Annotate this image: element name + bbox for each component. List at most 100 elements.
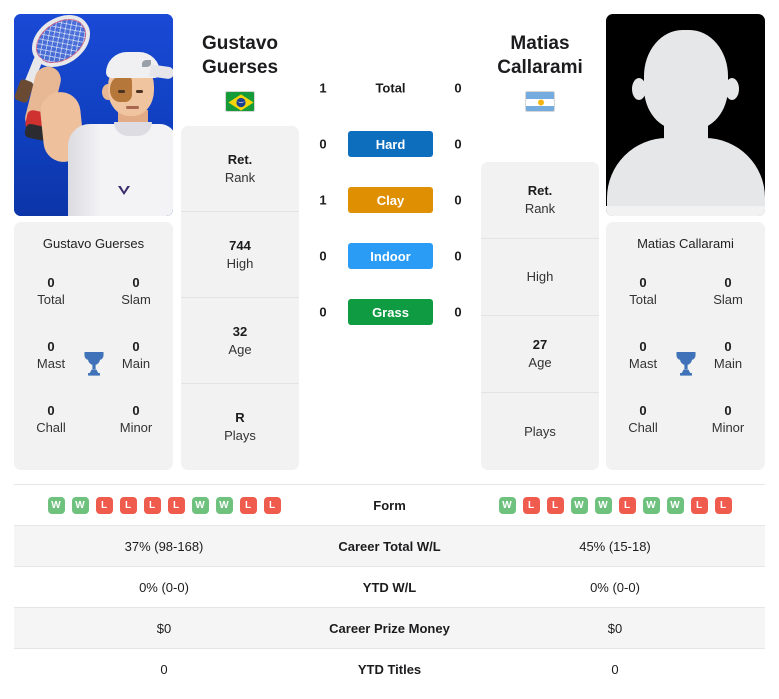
form-badge-loss[interactable]: L [263, 496, 281, 514]
stat-label-career_total_wl: Career Total W/L [338, 538, 441, 554]
right-titles-slam-value: 0 [724, 275, 732, 290]
right-plays-label: Plays [524, 423, 556, 439]
right-titles-minor-value: 0 [724, 403, 732, 418]
left-titles-mast: 0 Mast [20, 338, 82, 372]
form-badge-loss[interactable]: L [690, 496, 708, 514]
left-high-label: High [226, 255, 254, 271]
right-titles-main-label: Main [713, 356, 743, 371]
left-titles-chall-value: 0 [47, 403, 55, 418]
form-badge-win[interactable]: W [666, 496, 684, 514]
right-form-strip: WLLWWLWWLL [498, 496, 732, 514]
right-titles-chall-label: Chall [628, 420, 658, 435]
right-plays-cell: Plays [481, 393, 599, 470]
form-badge-loss[interactable]: L [714, 496, 732, 514]
right-titles-mast-label: Mast [628, 356, 658, 371]
stat-label-career_prize_money: Career Prize Money [329, 620, 450, 636]
table-row: 37% (98-168) Career Total W/L 45% (15-18) [14, 525, 765, 566]
left-player-photo-card[interactable] [14, 14, 173, 216]
surface-badge-clay[interactable]: Clay [348, 187, 433, 213]
right-rank-label: Rank [524, 201, 556, 216]
right-age-value: 27 [532, 337, 548, 352]
right-grass-wins: 0 [454, 304, 462, 320]
form-badge-win[interactable]: W [570, 496, 588, 514]
form-badge-loss[interactable]: L [522, 496, 540, 514]
right-titles-mast-value: 0 [639, 339, 647, 354]
stat-label-ytd_titles: YTD Titles [357, 661, 422, 677]
form-badge-win[interactable]: W [594, 496, 612, 514]
form-badge-win[interactable]: W [47, 496, 65, 514]
left-rank-cell: Ret. Rank [181, 126, 299, 212]
left-stat-ytd_titles: 0 [160, 661, 168, 677]
left-titles-mast-value: 0 [47, 339, 55, 354]
left-titles-slam: 0 Slam [105, 274, 167, 308]
right-player-avatar-placeholder [606, 14, 765, 216]
right-titles-total-label: Total [629, 292, 657, 307]
form-badge-loss[interactable]: L [239, 496, 257, 514]
left-age-cell: 32 Age [181, 298, 299, 384]
left-stat-career_total_wl: 37% (98-168) [124, 538, 204, 554]
right-titles-chall: 0 Chall [612, 402, 674, 436]
right-titles-minor-label: Minor [711, 420, 745, 435]
form-badge-loss[interactable]: L [618, 496, 636, 514]
left-player-titles-card: Gustavo Guerses 0 Total 0 Slam 0 Mast 0 … [14, 222, 173, 470]
left-total-wins: 1 [319, 80, 327, 96]
right-player-last-name: Callarami [497, 57, 583, 78]
left-titles-chall-label: Chall [36, 420, 66, 435]
right-titles-slam: 0 Slam [697, 274, 759, 308]
argentina-flag-icon [525, 91, 555, 112]
left-titles-minor: 0 Minor [105, 402, 167, 436]
right-stat-career_prize_money: $0 [607, 620, 623, 636]
left-stat-form: WWLLLLWWLL [14, 496, 314, 514]
surface-row-grass: 0 Grass 0 [300, 284, 480, 340]
right-age-cell: 27 Age [481, 316, 599, 393]
right-high-cell: High [481, 239, 599, 316]
right-stat-ytd_titles: 0 [611, 661, 619, 677]
trophy-icon [671, 348, 701, 378]
left-age-value: 32 [232, 323, 248, 339]
form-badge-win[interactable]: W [498, 496, 516, 514]
table-row: $0 Career Prize Money $0 [14, 607, 765, 648]
left-player-rank-card: Ret. Rank 744 High 32 Age R Plays [181, 126, 299, 470]
left-player-name[interactable]: Gustavo Guerses [160, 32, 320, 80]
left-age-label: Age [228, 341, 252, 357]
left-plays-label: Plays [224, 428, 256, 443]
right-high-label: High [526, 269, 554, 284]
form-badge-loss[interactable]: L [95, 496, 113, 514]
surface-label-total: Total [375, 80, 406, 96]
left-titles-total-value: 0 [47, 275, 55, 290]
form-badge-loss[interactable]: L [143, 496, 161, 514]
left-player-last-name: Guerses [201, 57, 279, 78]
right-rank-cell: Ret. Rank [481, 162, 599, 239]
left-stat-career_prize_money: $0 [156, 620, 172, 636]
surface-row-clay: 1 Clay 0 [300, 172, 480, 228]
right-clay-wins: 0 [454, 192, 462, 208]
left-titles-main-value: 0 [132, 339, 140, 354]
right-player-name[interactable]: Matias Callarami [460, 32, 620, 80]
form-badge-loss[interactable]: L [546, 496, 564, 514]
right-hard-wins: 0 [454, 136, 462, 152]
right-stat-form: WLLWWLWWLL [465, 496, 765, 514]
left-titles-total-label: Total [37, 292, 65, 307]
comparison-stats-table: W W L L L L W W L L Form W L L W W L W W L L 37% (98-168) Care… [14, 484, 765, 689]
surface-badge-hard[interactable]: Hard [348, 131, 433, 157]
left-titles-main-label: Main [121, 356, 151, 371]
form-badge-win[interactable]: W [191, 496, 209, 514]
form-badge-win[interactable]: W [71, 496, 89, 514]
stat-label-form: Form [373, 497, 406, 513]
right-stat-career_total_wl: 45% (15-18) [579, 538, 651, 554]
left-titles-minor-label: Minor [119, 420, 153, 435]
left-titles-mast-label: Mast [36, 356, 66, 371]
surface-badge-indoor[interactable]: Indoor [348, 243, 433, 269]
right-total-wins: 0 [454, 80, 462, 96]
form-badge-win[interactable]: W [215, 496, 233, 514]
form-badge-win[interactable]: W [642, 496, 660, 514]
surface-badge-grass[interactable]: Grass [348, 299, 433, 325]
right-titles-total-value: 0 [639, 275, 647, 290]
right-titles-total: 0 Total [612, 274, 674, 308]
right-titles-mast: 0 Mast [612, 338, 674, 372]
right-player-photo-card[interactable] [606, 14, 765, 216]
surface-row-hard: 0 Hard 0 [300, 116, 480, 172]
form-badge-loss[interactable]: L [167, 496, 185, 514]
left-player-photo [14, 14, 173, 216]
form-badge-loss[interactable]: L [119, 496, 137, 514]
